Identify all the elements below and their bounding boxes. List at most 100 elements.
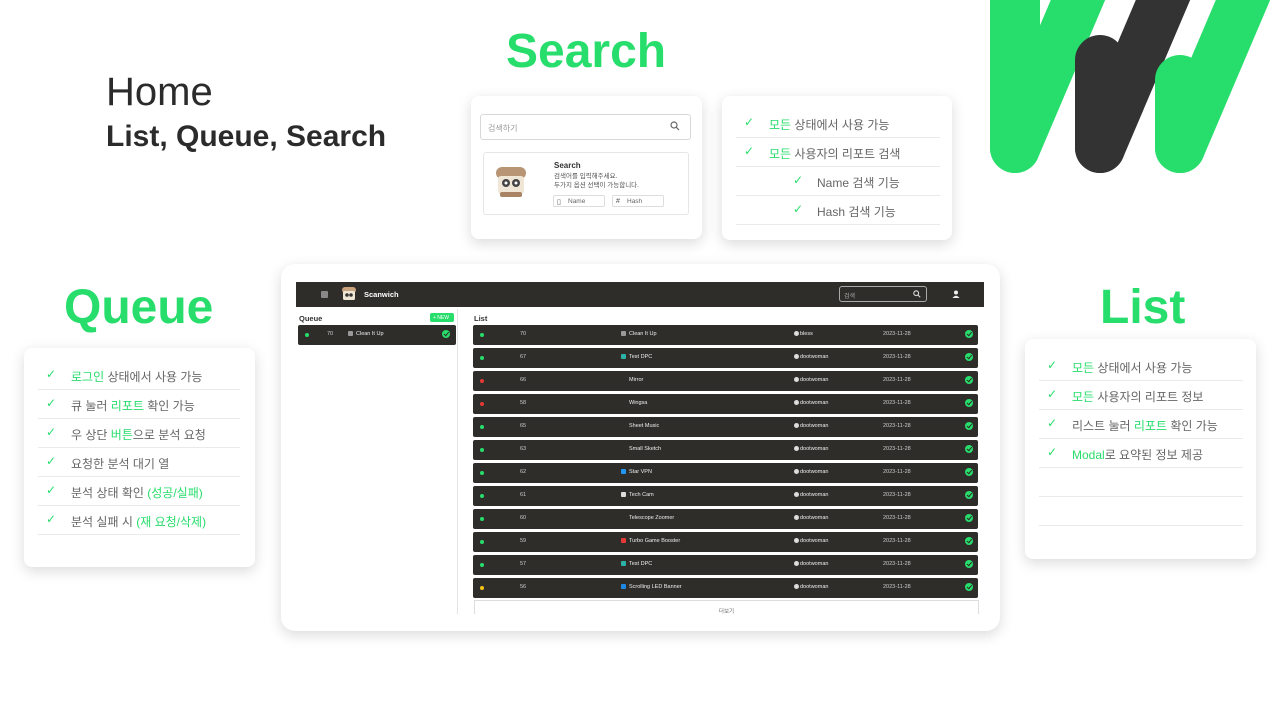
app-icon xyxy=(348,331,353,336)
search-mock-card: 검색하기 Search 검색어를 입력해주세요. 두가지 옵션 선택이 가능합니… xyxy=(471,96,702,239)
list-row[interactable]: 66 Mirror dootwoman 2023-11-28 xyxy=(473,371,978,391)
check-icon: ✓ xyxy=(744,144,755,158)
list-row[interactable]: 67 Test DPC dootwoman 2023-11-28 xyxy=(473,348,978,368)
search-icon[interactable] xyxy=(913,290,921,298)
list-row-date: 2023-11-28 xyxy=(883,331,911,337)
feature-text: 상태에서 사용 가능 xyxy=(1094,361,1193,375)
avatar-icon xyxy=(794,423,799,428)
success-check-icon xyxy=(965,445,973,453)
sandwich-logo-icon[interactable] xyxy=(338,286,360,302)
list-row-username: dootwoman xyxy=(800,377,829,383)
app-icon xyxy=(621,331,626,336)
feature-row: ✓ Name 검색 기능 xyxy=(736,167,940,196)
feature-row: ✓ 로그인 상태에서 사용 가능 xyxy=(38,361,240,390)
feature-row: ✓ Modal로 요약된 정보 제공 xyxy=(1039,439,1243,468)
feature-text: 확인 가능 xyxy=(1167,419,1218,433)
list-row-user: dootwoman xyxy=(794,538,828,544)
app-icon xyxy=(621,561,626,566)
status-dot xyxy=(480,563,484,567)
list-row-date: 2023-11-28 xyxy=(883,515,911,521)
status-dot xyxy=(480,448,484,452)
check-icon: ✓ xyxy=(793,173,804,187)
list-row-id: 56 xyxy=(520,584,527,590)
list-row-date: 2023-11-28 xyxy=(883,446,911,452)
list-row[interactable]: 62 Star VPN dootwoman 2023-11-28 xyxy=(473,463,978,483)
feature-highlight: (성공/실패) xyxy=(147,486,203,500)
success-check-icon xyxy=(965,353,973,361)
list-row[interactable]: 57 Test DPC dootwoman 2023-11-28 xyxy=(473,555,978,575)
feature-row: ✓ 모든 사용자의 리포트 검색 xyxy=(736,138,940,167)
list-row[interactable]: 60 Telescope Zoomer dootwoman 2023-11-28 xyxy=(473,509,978,529)
status-dot xyxy=(480,540,484,544)
menu-icon[interactable] xyxy=(321,291,328,298)
feature-text: 요청한 분석 대기 열 xyxy=(71,457,170,471)
status-dot xyxy=(480,356,484,360)
list-row-id: 62 xyxy=(520,469,527,475)
avatar-icon xyxy=(794,331,799,336)
search-icon[interactable] xyxy=(670,121,680,131)
success-check-icon xyxy=(965,422,973,430)
feature-highlight: 로그인 xyxy=(71,370,105,384)
avatar-icon xyxy=(794,538,799,543)
list-row[interactable]: 61 Tech Cam dootwoman 2023-11-28 xyxy=(473,486,978,506)
list-row-username: dootwoman xyxy=(800,561,829,567)
success-check-icon xyxy=(965,468,973,476)
list-row-user: dootwoman xyxy=(794,377,828,383)
feature-row: ✓ 리스트 눌러 리포트 확인 가능 xyxy=(1039,410,1243,439)
avatar-icon xyxy=(794,584,799,589)
list-row-name: Test DPC xyxy=(629,354,653,360)
search-mock-input[interactable]: 검색하기 xyxy=(480,114,691,140)
option-name-label: Name xyxy=(568,198,586,205)
nav-search-input[interactable]: 검색 xyxy=(839,286,927,302)
list-row-id: 70 xyxy=(520,331,527,337)
feature-text: 상태에서 사용 가능 xyxy=(104,370,203,384)
check-icon: ✓ xyxy=(1047,387,1058,401)
list-row-user: dootwoman xyxy=(794,469,828,475)
success-check-icon xyxy=(965,514,973,522)
feature-row: ✓ 큐 눌러 리포트 확인 가능 xyxy=(38,390,240,419)
feature-text: 우 상단 xyxy=(71,428,111,442)
status-dot xyxy=(480,425,484,429)
list-row-username: dootwoman xyxy=(800,354,829,360)
feature-text: 확인 가능 xyxy=(143,399,195,413)
app-icon xyxy=(621,492,626,497)
list-features-card: ✓ 모든 상태에서 사용 가능 ✓ 모든 사용자의 리포트 정보 ✓ 리스트 눌러 리… xyxy=(1025,339,1256,559)
list-row[interactable]: 70 Clean It Up bless 2023-11-28 xyxy=(473,325,978,345)
queue-panel: Queue + NEW 70 Clean It Up xyxy=(296,309,458,614)
user-icon[interactable] xyxy=(952,290,960,298)
list-row[interactable]: 59 Turbo Game Booster dootwoman 2023-11-28 xyxy=(473,532,978,552)
list-row-username: dootwoman xyxy=(800,492,829,498)
queue-row-id: 70 xyxy=(327,331,334,337)
list-row[interactable]: 63 Small Sketch dootwoman 2023-11-28 xyxy=(473,440,978,460)
list-row-name: Turbo Game Booster xyxy=(629,538,681,544)
feature-row: ✓ 우 상단 버튼으로 분석 요청 xyxy=(38,419,240,448)
queue-features-card: ✓ 로그인 상태에서 사용 가능 ✓ 큐 눌러 리포트 확인 가능 ✓ 우 상단 버튼… xyxy=(24,348,255,567)
list-row-username: dootwoman xyxy=(800,584,829,590)
list-row-user: dootwoman xyxy=(794,584,828,590)
list-row-name: Telescope Zoomer xyxy=(629,515,675,521)
queue-row[interactable]: 70 Clean It Up xyxy=(298,325,456,345)
list-row-username: dootwoman xyxy=(800,423,829,429)
list-row[interactable]: 56 Scrolling LED Banner dootwoman 2023-11-2… xyxy=(473,578,978,598)
load-more-button[interactable]: 더보기 xyxy=(474,600,979,615)
list-row-name: Sheet Music xyxy=(629,423,660,429)
avatar-icon xyxy=(794,354,799,359)
list-row[interactable]: 58 Wingsa dootwoman 2023-11-28 xyxy=(473,394,978,414)
feature-row: ✓ 모든 사용자의 리포트 정보 xyxy=(1039,381,1243,410)
search-placeholder: 검색하기 xyxy=(488,124,518,133)
list-row-id: 59 xyxy=(520,538,527,544)
hash-icon: # xyxy=(616,198,620,205)
search-option-name[interactable]: ▯ Name xyxy=(553,195,605,207)
list-title: List xyxy=(474,314,488,323)
list-row-name: Tech Cam xyxy=(629,492,654,498)
list-row[interactable]: 65 Sheet Music dootwoman 2023-11-28 xyxy=(473,417,978,437)
success-check-icon xyxy=(965,376,973,384)
option-hash-label: Hash xyxy=(627,198,643,205)
new-request-button[interactable]: + NEW xyxy=(430,313,454,322)
list-row-username: dootwoman xyxy=(800,446,829,452)
search-option-hash[interactable]: # Hash xyxy=(612,195,664,207)
list-row-name: Star VPN xyxy=(629,469,652,475)
list-row-date: 2023-11-28 xyxy=(883,354,911,360)
avatar-icon xyxy=(794,400,799,405)
app-brand[interactable]: Scanwich xyxy=(364,290,399,299)
